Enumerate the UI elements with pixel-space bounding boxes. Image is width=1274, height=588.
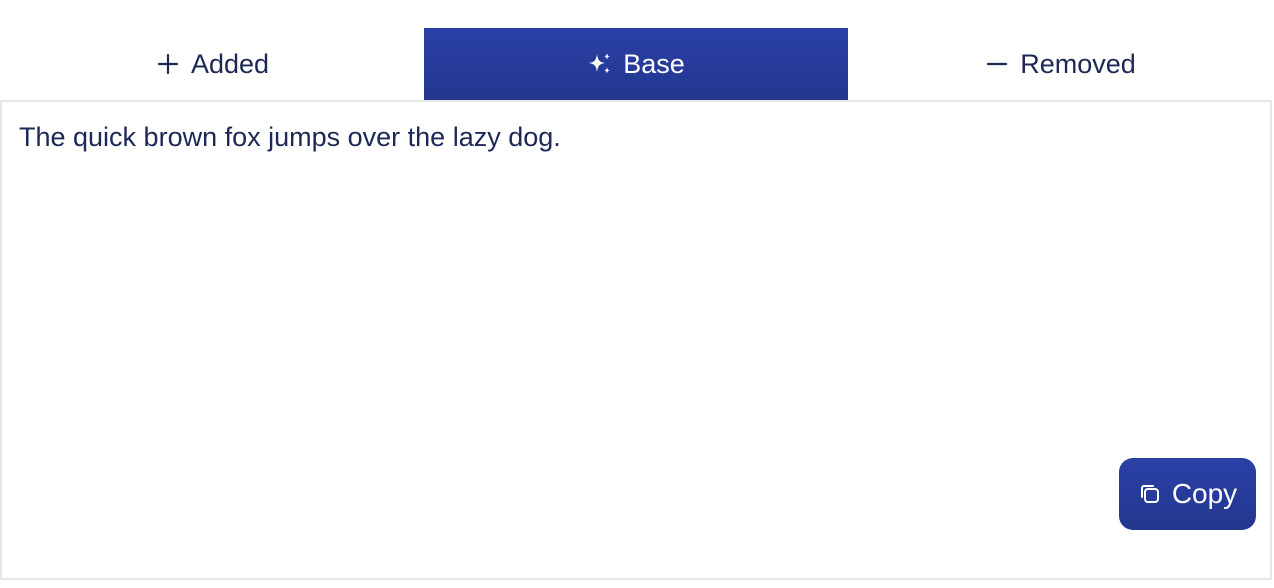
- minus-icon: [984, 51, 1010, 77]
- copy-icon: [1138, 482, 1162, 506]
- diff-viewer: Added Base Removed The quick brown fox j…: [0, 0, 1274, 588]
- tab-base-label: Base: [623, 48, 685, 79]
- tab-bar: Added Base Removed: [0, 28, 1272, 101]
- content-text: The quick brown fox jumps over the lazy …: [19, 122, 561, 152]
- plus-icon: [155, 51, 181, 77]
- tab-added[interactable]: Added: [0, 28, 424, 100]
- copy-button[interactable]: Copy: [1119, 458, 1256, 530]
- tab-added-label: Added: [190, 48, 270, 79]
- sparkles-icon: [587, 51, 613, 77]
- tab-base[interactable]: Base: [424, 28, 848, 100]
- tab-removed[interactable]: Removed: [848, 28, 1272, 100]
- content-panel: The quick brown fox jumps over the lazy …: [0, 100, 1272, 580]
- tab-removed-label: Removed: [1020, 48, 1136, 79]
- copy-button-label: Copy: [1171, 478, 1238, 509]
